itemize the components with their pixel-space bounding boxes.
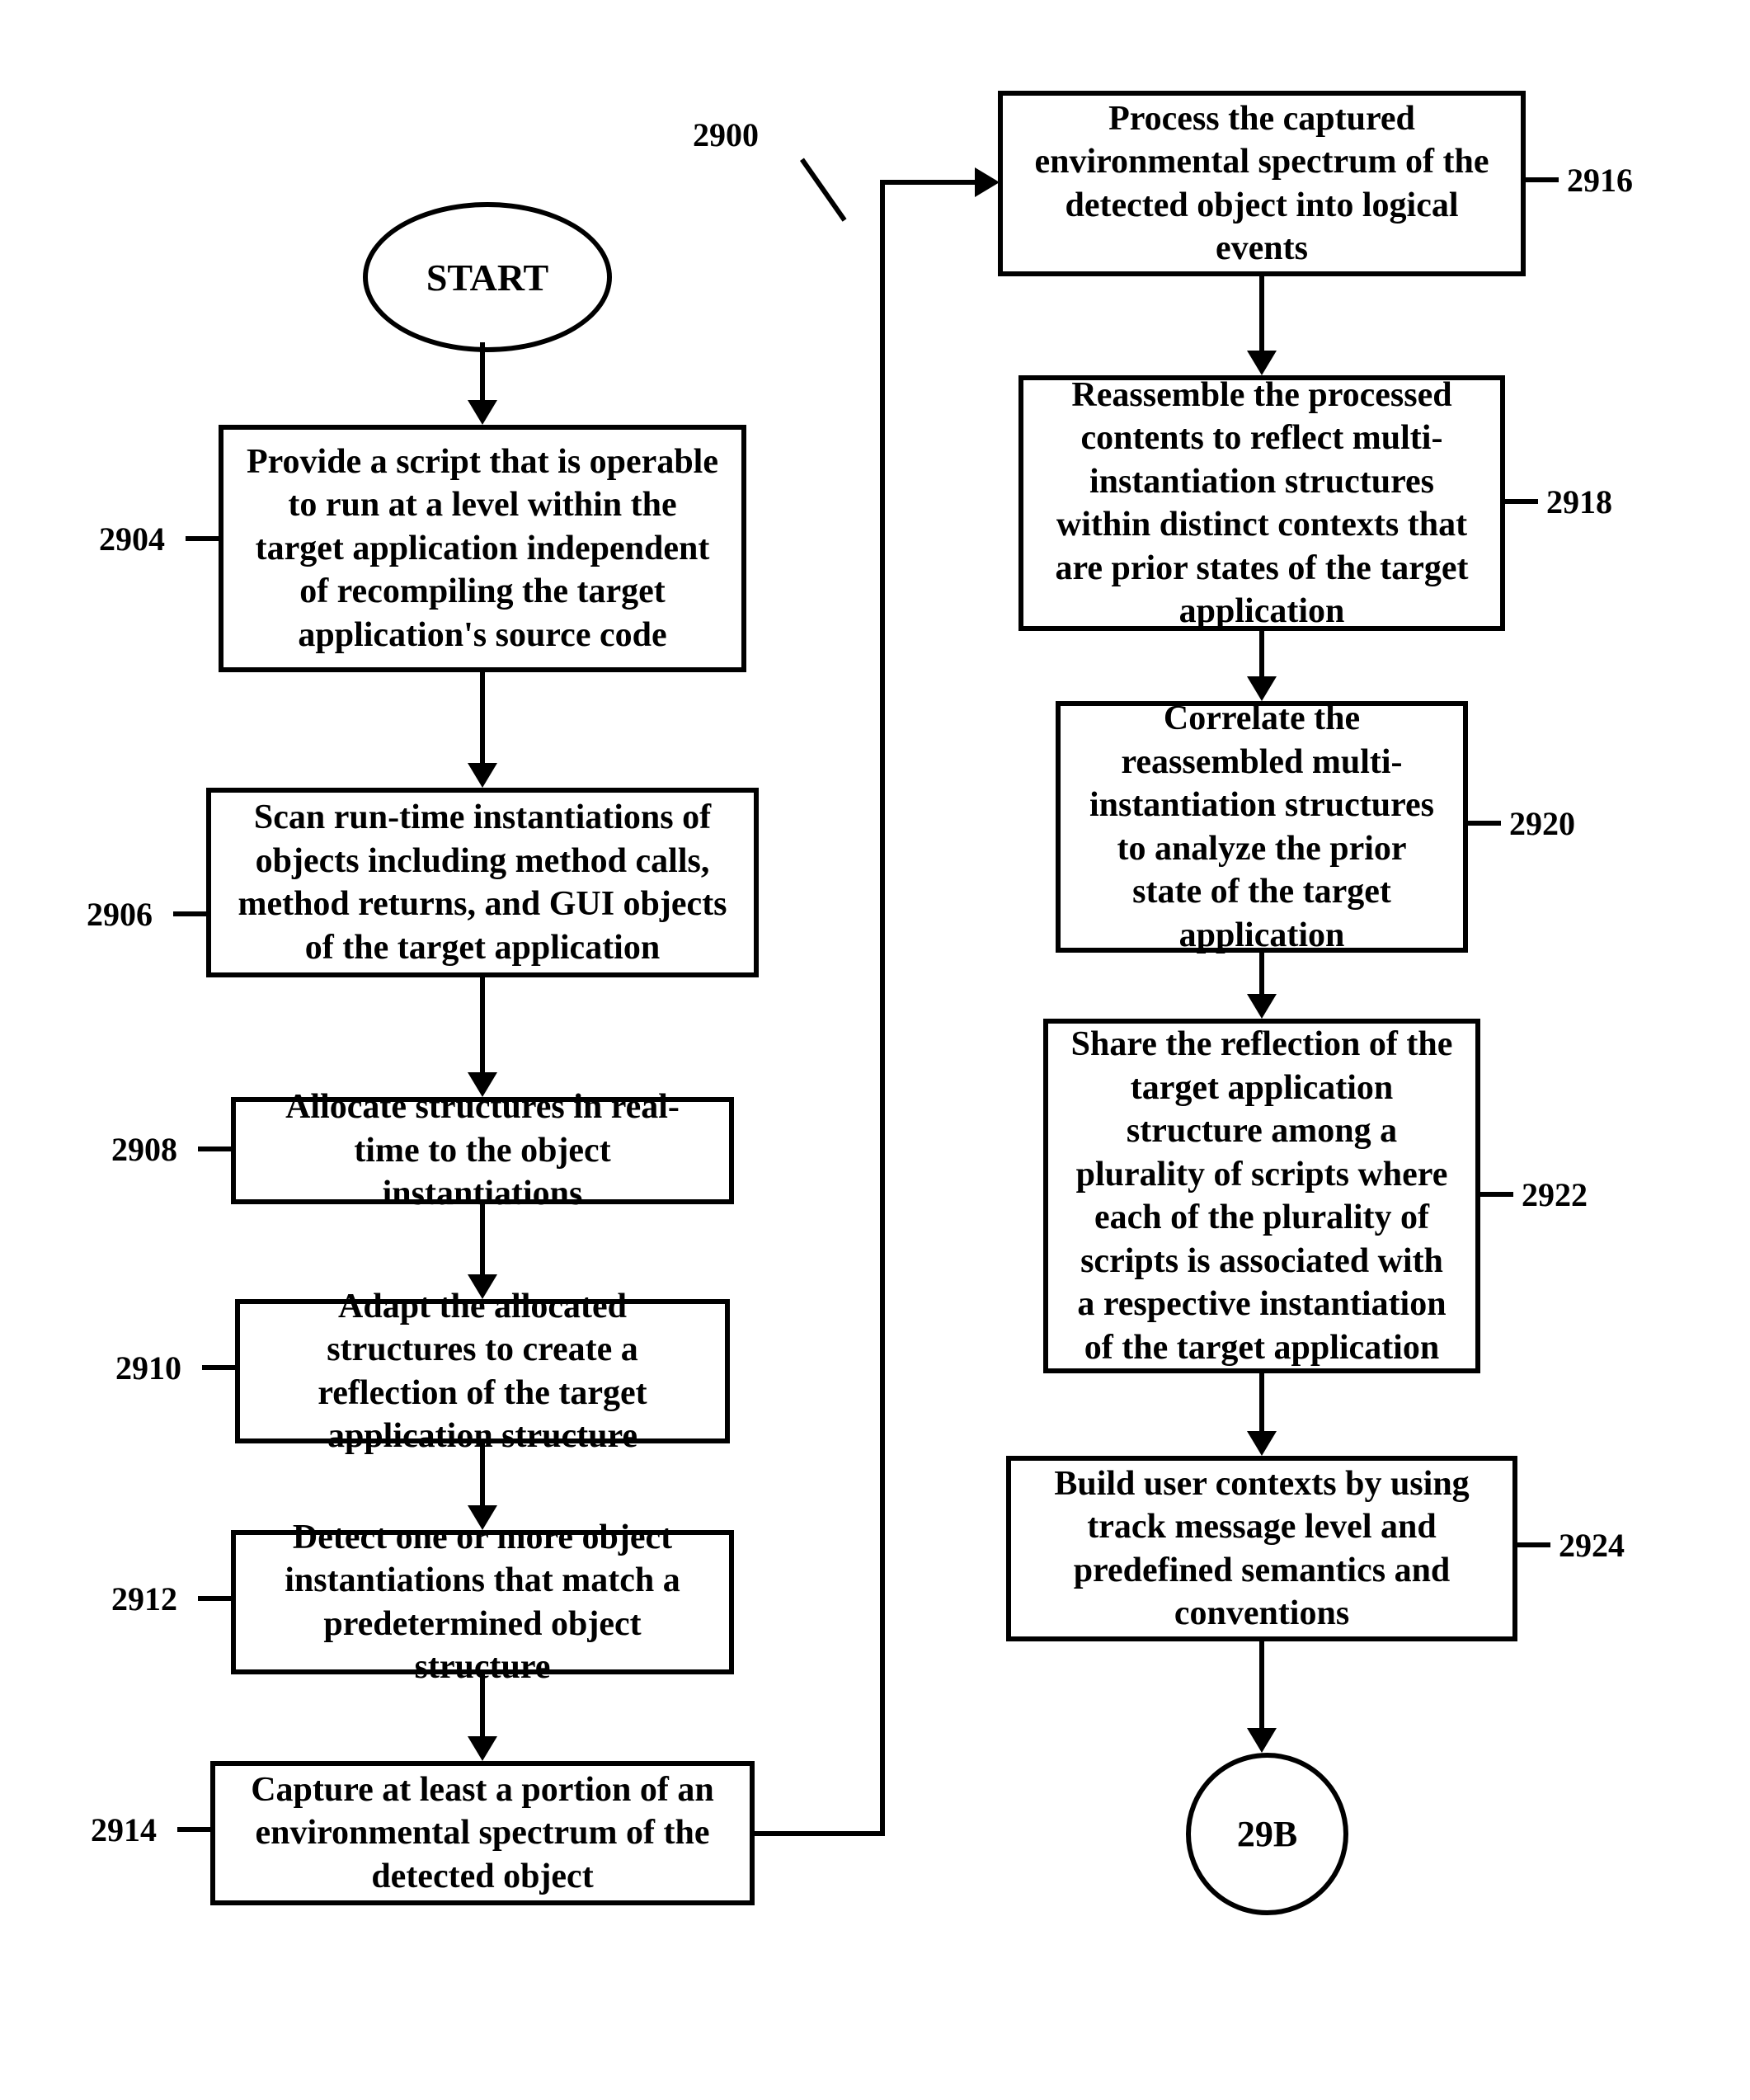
arrow-start-2904 xyxy=(480,342,485,400)
tick-2908 xyxy=(198,1147,231,1151)
arrow-2908-2910 xyxy=(480,1204,485,1274)
ref-2910: 2910 xyxy=(115,1349,181,1387)
step-2916-text: Process the captured environmental spect… xyxy=(1023,97,1501,271)
step-2916: Process the captured environmental spect… xyxy=(998,91,1526,276)
start-node: START xyxy=(363,202,612,352)
arrowhead-2904-2906 xyxy=(468,763,497,788)
arrowhead-cross xyxy=(975,167,1000,197)
step-2918: Reassemble the processed contents to ref… xyxy=(1018,375,1505,631)
figure-label: 2900 xyxy=(693,115,759,154)
step-2922: Share the reflection of the target appli… xyxy=(1043,1019,1480,1373)
ref-2918: 2918 xyxy=(1546,483,1612,521)
step-2910-text: Adapt the allocated structures to create… xyxy=(260,1285,705,1458)
arrow-2918-2920 xyxy=(1259,631,1264,676)
tick-2904 xyxy=(186,536,219,541)
step-2906-text: Scan run-time instantiations of objects … xyxy=(231,796,734,969)
arrow-2924-conn xyxy=(1259,1641,1264,1728)
step-2910: Adapt the allocated structures to create… xyxy=(235,1299,730,1443)
cross-h1 xyxy=(755,1831,882,1836)
arrowhead-start-2904 xyxy=(468,400,497,425)
ref-2924: 2924 xyxy=(1559,1526,1625,1565)
step-2914-text: Capture at least a portion of an environ… xyxy=(235,1768,730,1899)
step-2904-text: Provide a script that is operable to run… xyxy=(243,440,722,657)
arrow-2922-2924 xyxy=(1259,1373,1264,1431)
ref-2916: 2916 xyxy=(1567,161,1633,200)
step-2908-text: Allocate structures in real-time to the … xyxy=(256,1085,709,1216)
arrow-2916-2918 xyxy=(1259,276,1264,351)
arrow-2906-2908 xyxy=(480,977,485,1072)
tick-2916 xyxy=(1526,177,1559,182)
step-2924: Build user contexts by using track messa… xyxy=(1006,1456,1517,1641)
step-2912-text: Detect one or more object instantiations… xyxy=(256,1516,709,1689)
start-label: START xyxy=(426,256,548,299)
figure-label-slash xyxy=(800,158,847,222)
step-2918-text: Reassemble the processed contents to ref… xyxy=(1043,374,1480,633)
ref-2920: 2920 xyxy=(1509,804,1575,843)
arrow-2910-2912 xyxy=(480,1443,485,1505)
arrowhead-2922-2924 xyxy=(1247,1431,1277,1456)
tick-2922 xyxy=(1480,1192,1513,1197)
connector-label: 29B xyxy=(1237,1813,1297,1855)
ref-2908: 2908 xyxy=(111,1130,177,1169)
tick-2924 xyxy=(1517,1542,1550,1547)
tick-2912 xyxy=(198,1596,231,1601)
ref-2922: 2922 xyxy=(1522,1175,1588,1214)
tick-2906 xyxy=(173,911,206,916)
step-2920: Correlate the reassembled multi-instanti… xyxy=(1056,701,1468,953)
flowchart-canvas: { "figure_label": "2900", "start_label":… xyxy=(0,0,1750,2100)
step-2914: Capture at least a portion of an environ… xyxy=(210,1761,755,1905)
ref-2912: 2912 xyxy=(111,1580,177,1618)
step-2922-text: Share the reflection of the target appli… xyxy=(1068,1023,1456,1369)
tick-2918 xyxy=(1505,499,1538,504)
arrow-2920-2922 xyxy=(1259,953,1264,994)
arrowhead-2924-conn xyxy=(1247,1728,1277,1753)
step-2908: Allocate structures in real-time to the … xyxy=(231,1097,734,1204)
cross-h2 xyxy=(880,180,975,185)
ref-2906: 2906 xyxy=(87,895,153,934)
arrowhead-2912-2914 xyxy=(468,1736,497,1761)
step-2924-text: Build user contexts by using track messa… xyxy=(1031,1462,1493,1636)
cross-v xyxy=(880,180,885,1836)
step-2906: Scan run-time instantiations of objects … xyxy=(206,788,759,977)
arrow-2904-2906 xyxy=(480,672,485,763)
step-2920-text: Correlate the reassembled multi-instanti… xyxy=(1080,697,1443,957)
step-2904: Provide a script that is operable to run… xyxy=(219,425,746,672)
arrow-2912-2914 xyxy=(480,1674,485,1736)
ref-2914: 2914 xyxy=(91,1810,157,1849)
tick-2920 xyxy=(1468,821,1501,826)
step-2912: Detect one or more object instantiations… xyxy=(231,1530,734,1674)
tick-2914 xyxy=(177,1827,210,1832)
arrowhead-2916-2918 xyxy=(1247,351,1277,375)
connector-29b: 29B xyxy=(1186,1753,1348,1915)
arrowhead-2920-2922 xyxy=(1247,994,1277,1019)
ref-2904: 2904 xyxy=(99,520,165,558)
tick-2910 xyxy=(202,1365,235,1370)
